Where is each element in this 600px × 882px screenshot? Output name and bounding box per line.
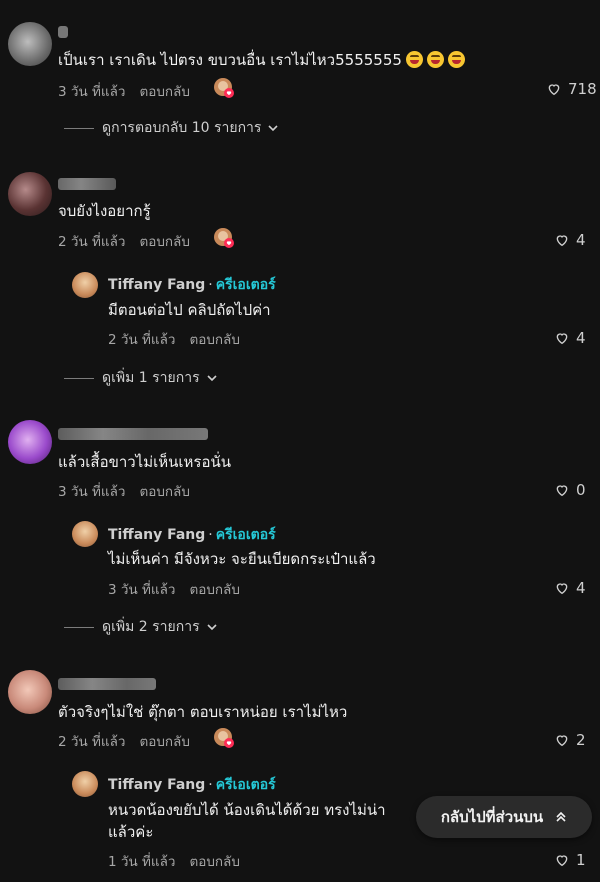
like-count: 2 bbox=[576, 731, 586, 749]
comment-text: จบยังไงอยากรู้ bbox=[58, 202, 151, 220]
like-button[interactable]: 4 bbox=[554, 579, 586, 597]
view-replies-label: ดูการตอบกลับ 10 รายการ bbox=[102, 120, 262, 136]
author-name[interactable]: Tiffany Fang bbox=[108, 527, 205, 543]
author-name[interactable]: Tiffany Fang bbox=[108, 777, 205, 793]
like-button[interactable]: 4 bbox=[554, 231, 586, 249]
reply-meta: 3 วัน ที่แล้ว ตอบกลับ bbox=[108, 578, 240, 600]
comment-time: 3 วัน ที่แล้ว bbox=[58, 484, 126, 500]
commenter-avatar[interactable] bbox=[8, 420, 52, 464]
author-name[interactable]: Tiffany Fang bbox=[108, 277, 205, 293]
divider-line bbox=[64, 377, 94, 379]
chevron-down-icon bbox=[207, 624, 217, 631]
reply-button[interactable]: ตอบกลับ bbox=[139, 84, 189, 100]
back-to-top-button[interactable]: กลับไปที่ส่วนบน bbox=[416, 796, 592, 838]
reply-button[interactable]: ตอบกลับ bbox=[189, 854, 239, 870]
reply-text-line-2: แล้วค่ะ bbox=[108, 823, 154, 841]
creator-liked-avatar-icon bbox=[214, 78, 234, 98]
comment-text: ตัวจริงๆไม่ใช่ ตุ๊กตา ตอบเราหน่อย เราไม่… bbox=[58, 703, 348, 721]
like-button[interactable]: 4 bbox=[554, 329, 586, 347]
like-count: 4 bbox=[576, 231, 586, 249]
laughing-emoji-icon bbox=[447, 51, 465, 68]
view-more-label: ดูเพิ่ม 1 รายการ bbox=[102, 370, 200, 386]
creator-liked-avatar-icon bbox=[214, 728, 234, 748]
commenter-username-blurred[interactable] bbox=[58, 428, 208, 440]
view-more-replies-button[interactable]: ดูเพิ่ม 2 รายการ bbox=[64, 616, 218, 638]
reply-author: Tiffany Fang · ครีเอเตอร์ bbox=[108, 277, 276, 293]
view-more-label: ดูเพิ่ม 2 รายการ bbox=[102, 619, 200, 635]
reply-time: 2 วัน ที่แล้ว bbox=[108, 332, 176, 348]
creator-liked-avatar-icon bbox=[214, 228, 234, 248]
comment-meta: 3 วัน ที่แล้ว ตอบกลับ bbox=[58, 480, 190, 502]
heart-outline-icon bbox=[556, 855, 568, 867]
commenter-username-blurred[interactable] bbox=[58, 178, 116, 190]
heart-outline-icon bbox=[548, 84, 560, 96]
view-more-replies-button[interactable]: ดูเพิ่ม 1 รายการ bbox=[64, 367, 218, 389]
like-button[interactable]: 1 bbox=[554, 851, 586, 869]
reply-author: Tiffany Fang · ครีเอเตอร์ bbox=[108, 527, 276, 543]
comment-text: เป็นเรา เราเดิน ไปตรง ขบวนอื่น เราไม่ไหว… bbox=[58, 48, 465, 72]
reply-author: Tiffany Fang · ครีเอเตอร์ bbox=[108, 777, 276, 793]
creator-badge: ครีเอเตอร์ bbox=[215, 777, 276, 793]
reply-text-line-1: หนวดน้องขยับได้ น้องเดินได้ด้วย ทรงไม่น่… bbox=[108, 801, 386, 819]
comment-time: 3 วัน ที่แล้ว bbox=[58, 84, 126, 100]
commenter-avatar[interactable] bbox=[8, 670, 52, 714]
comment-meta: 3 วัน ที่แล้ว ตอบกลับ bbox=[58, 80, 190, 102]
laughing-emoji-icon bbox=[426, 51, 444, 68]
like-button[interactable]: 0 bbox=[554, 481, 586, 499]
comment-meta: 2 วัน ที่แล้ว ตอบกลับ bbox=[58, 730, 190, 752]
like-count: 0 bbox=[576, 481, 586, 499]
creator-badge: ครีเอเตอร์ bbox=[215, 277, 276, 293]
heart-outline-icon bbox=[556, 485, 568, 497]
creator-avatar[interactable] bbox=[72, 272, 98, 298]
reply-meta: 1 วัน ที่แล้ว ตอบกลับ bbox=[108, 850, 240, 872]
reply-button[interactable]: ตอบกลับ bbox=[139, 234, 189, 250]
comment-time: 2 วัน ที่แล้ว bbox=[58, 234, 126, 250]
reply-button[interactable]: ตอบกลับ bbox=[139, 484, 189, 500]
commenter-username-blurred[interactable] bbox=[58, 678, 156, 690]
reply-text: ไม่เห็นค่า มีจังหวะ จะยืนเบียดกระเป๋าแล้… bbox=[108, 550, 376, 568]
divider-line bbox=[64, 626, 94, 628]
heart-outline-icon bbox=[556, 583, 568, 595]
view-replies-button[interactable]: ดูการตอบกลับ 10 รายการ bbox=[64, 117, 279, 139]
like-count: 1 bbox=[576, 851, 586, 869]
commenter-username-blurred[interactable] bbox=[58, 26, 68, 38]
reply-time: 3 วัน ที่แล้ว bbox=[108, 582, 176, 598]
comment-text: แล้วเสื้อขาวไม่เห็นเหรอนั่น bbox=[58, 453, 231, 471]
reply-button[interactable]: ตอบกลับ bbox=[189, 332, 239, 348]
creator-badge: ครีเอเตอร์ bbox=[215, 527, 276, 543]
heart-outline-icon bbox=[556, 735, 568, 747]
like-count: 718 bbox=[568, 80, 597, 98]
chevron-down-icon bbox=[207, 375, 217, 382]
like-button[interactable]: 2 bbox=[554, 731, 586, 749]
divider-line bbox=[64, 127, 94, 129]
like-count: 4 bbox=[576, 329, 586, 347]
comment-meta: 2 วัน ที่แล้ว ตอบกลับ bbox=[58, 230, 190, 252]
creator-avatar[interactable] bbox=[72, 771, 98, 797]
chevron-down-icon bbox=[268, 125, 279, 132]
reply-text: มีตอนต่อไป คลิปถัดไปค่า bbox=[108, 301, 271, 319]
commenter-avatar[interactable] bbox=[8, 22, 52, 66]
reply-button[interactable]: ตอบกลับ bbox=[139, 734, 189, 750]
like-button[interactable]: 718 bbox=[546, 80, 597, 98]
reply-meta: 2 วัน ที่แล้ว ตอบกลับ bbox=[108, 328, 240, 350]
reply-button[interactable]: ตอบกลับ bbox=[189, 582, 239, 598]
like-count: 4 bbox=[576, 579, 586, 597]
commenter-avatar[interactable] bbox=[8, 172, 52, 216]
heart-outline-icon bbox=[556, 333, 568, 345]
laughing-emoji-icon bbox=[405, 51, 423, 68]
double-chevron-up-icon bbox=[556, 811, 566, 822]
creator-avatar[interactable] bbox=[72, 521, 98, 547]
back-to-top-label: กลับไปที่ส่วนบน bbox=[440, 808, 544, 826]
comment-time: 2 วัน ที่แล้ว bbox=[58, 734, 126, 750]
reply-time: 1 วัน ที่แล้ว bbox=[108, 854, 176, 870]
heart-outline-icon bbox=[556, 235, 568, 247]
